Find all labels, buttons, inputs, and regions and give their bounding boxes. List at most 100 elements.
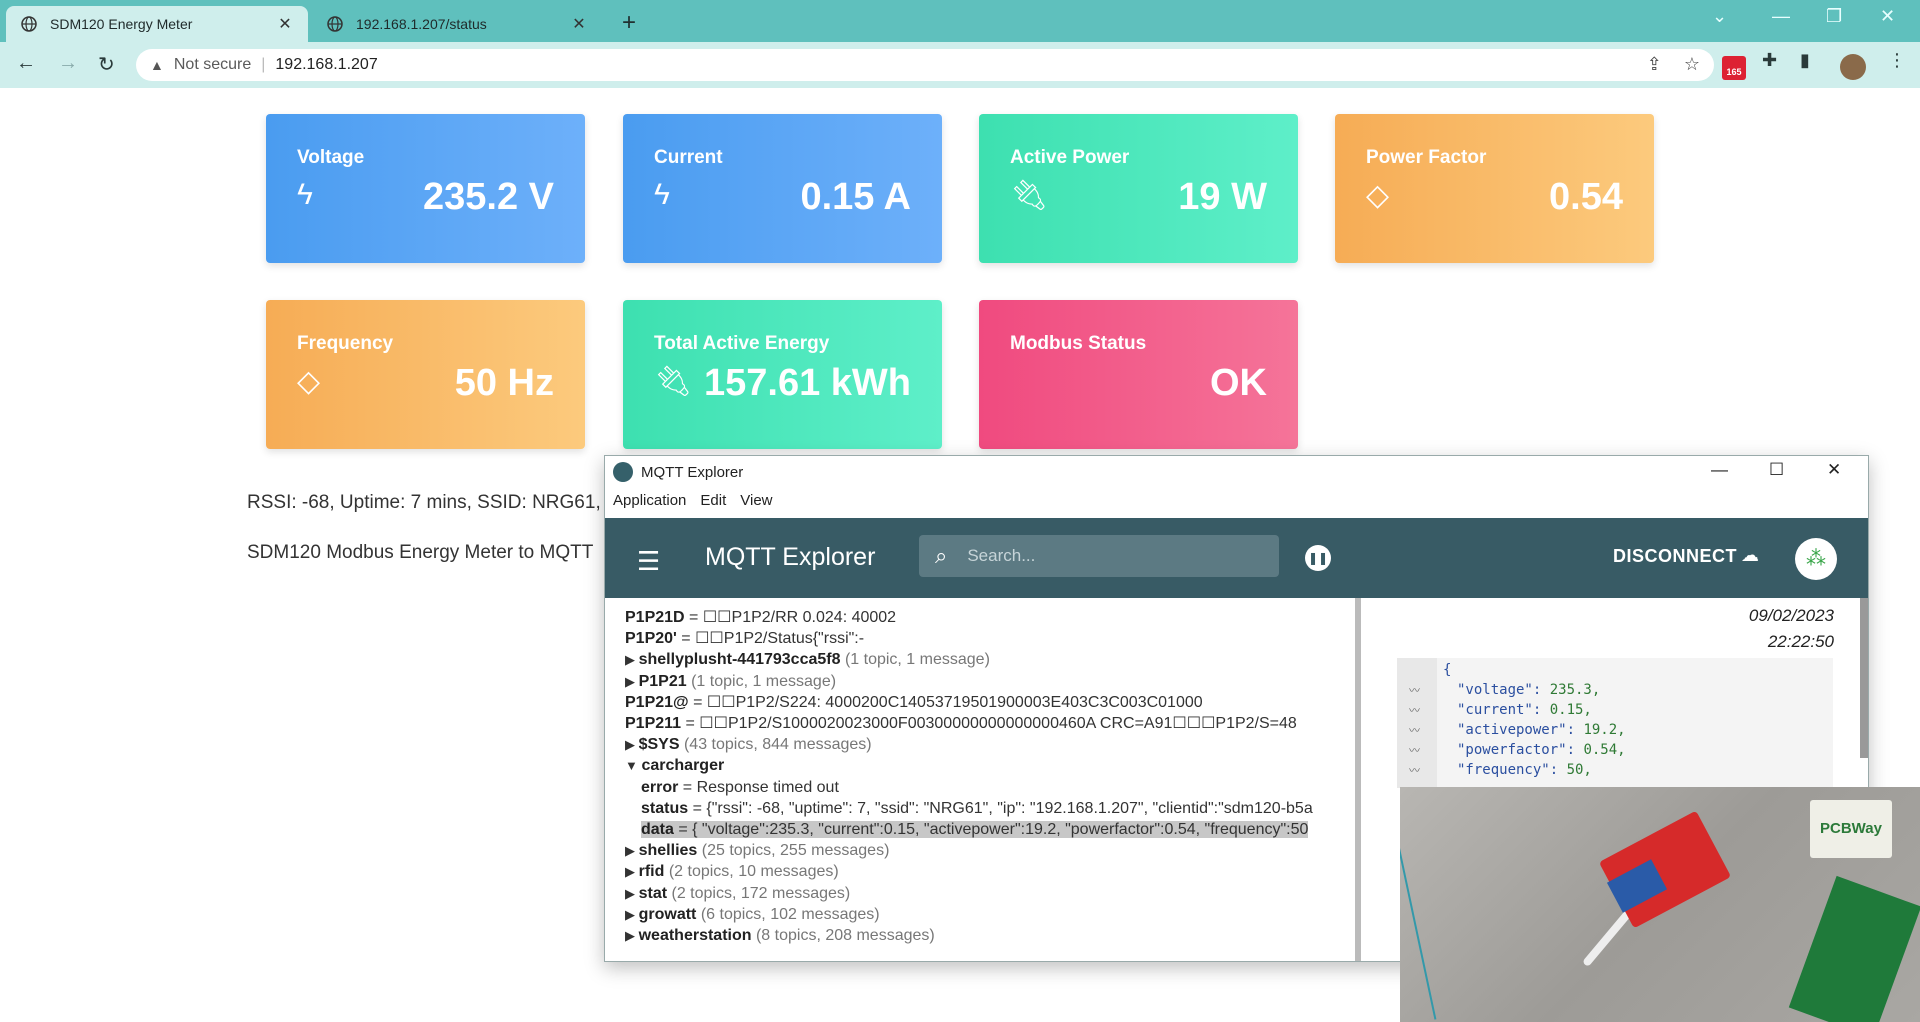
tree-row[interactable]: P1P211 = ☐☐P1P2/S1000020023000F003000000…	[625, 714, 1297, 734]
gmail-extension-icon[interactable]: 165	[1722, 56, 1746, 80]
expand-arrow-icon[interactable]: ▶	[625, 886, 639, 901]
avatar[interactable]	[1840, 54, 1866, 80]
warning-icon[interactable]: ▲	[150, 57, 164, 73]
json-payload: {〰 "voltage": 235.3, 〰 "current": 0.15, 〰 "ac…	[1397, 658, 1833, 788]
tree-row[interactable]: error = Response timed out	[641, 778, 839, 798]
sidepanel-icon[interactable]: ▮	[1800, 50, 1810, 71]
trend-icon[interactable]: 〰	[1409, 702, 1420, 718]
tree-row[interactable]: P1P20' = ☐☐P1P2/Status{"rssi":-	[625, 629, 864, 649]
topic-key: P1P21@	[625, 693, 689, 711]
topic-value: = ☐☐P1P2/S1000020023000F0030000000000000…	[681, 715, 1297, 732]
puzzle-icon[interactable]: ✚	[1762, 50, 1777, 71]
tree-row[interactable]: ▶ growatt (6 topics, 102 messages)	[625, 905, 880, 925]
tree-row[interactable]: ▶ shellies (25 topics, 255 messages)	[625, 841, 889, 861]
topic-key: rfid	[638, 863, 665, 881]
card-value: 0.54	[1549, 176, 1623, 218]
voltage-card: Voltage ϟ 235.2 V	[266, 114, 585, 263]
trend-icon[interactable]: 〰	[1409, 762, 1420, 778]
close-window-icon[interactable]: ✕	[1827, 460, 1841, 480]
menu-view[interactable]: View	[740, 492, 772, 509]
tab-status[interactable]: 192.168.1.207/status ✕	[312, 6, 602, 42]
tab-energy-meter[interactable]: SDM120 Energy Meter ✕	[6, 6, 308, 42]
app-header: ☰ MQTT Explorer ⌕ Search... ❚❚ DISCONNEC…	[605, 518, 1868, 598]
search-placeholder[interactable]: Search...	[967, 546, 1035, 566]
restore-icon[interactable]: ❐	[1826, 6, 1842, 27]
menu-edit[interactable]: Edit	[700, 492, 726, 509]
expand-arrow-icon[interactable]: ▶	[625, 928, 639, 943]
minimize-icon[interactable]: —	[1711, 460, 1728, 480]
collapse-arrow-icon[interactable]: ▼	[625, 758, 641, 773]
message-time: 22:22:50	[1767, 632, 1834, 651]
scrollbar[interactable]	[1860, 598, 1868, 758]
tree-row[interactable]: data = { "voltage":235.3, "current":0.15…	[641, 820, 1309, 840]
json-line: "voltage": 235.3,	[1457, 682, 1601, 698]
window-titlebar[interactable]: MQTT Explorer	[605, 456, 1868, 488]
back-icon[interactable]: ←	[16, 52, 36, 75]
tree-row[interactable]: ▶ rfid (2 topics, 10 messages)	[625, 862, 839, 882]
trend-icon[interactable]: 〰	[1409, 722, 1420, 738]
red-board	[1598, 810, 1732, 929]
expand-arrow-icon[interactable]: ▶	[625, 907, 639, 922]
tree-row[interactable]: ▶ $SYS (43 topics, 844 messages)	[625, 735, 872, 755]
topic-key: error	[641, 778, 679, 796]
star-icon[interactable]: ☆	[1684, 54, 1700, 75]
json-line: "current": 0.15,	[1457, 702, 1592, 718]
topic-key: P1P20'	[625, 630, 677, 648]
close-window-icon[interactable]: ✕	[1880, 6, 1895, 27]
tree-row[interactable]: ▶ weatherstation (8 topics, 208 messages…	[625, 926, 935, 946]
chevron-down-icon[interactable]: ⌄	[1712, 6, 1727, 27]
trend-icon[interactable]: 〰	[1409, 742, 1420, 758]
connection-logo-icon[interactable]: ⁂	[1795, 538, 1837, 580]
topic-key: shellies	[638, 842, 698, 860]
search-input[interactable]: ⌕ Search...	[919, 535, 1279, 577]
more-menu-icon[interactable]: ⋮	[1888, 50, 1906, 71]
card-value: 19 W	[1178, 176, 1267, 218]
tree-row[interactable]: ▶ shellyplusht-441793cca5f8 (1 topic, 1 …	[625, 650, 990, 670]
trend-icon[interactable]: 〰	[1409, 682, 1420, 698]
bolt-icon: ϟ	[297, 178, 313, 211]
card-label: Active Power	[1010, 147, 1130, 168]
topic-meta: (8 topics, 208 messages)	[751, 927, 935, 944]
url-text[interactable]: 192.168.1.207	[275, 56, 377, 74]
disconnect-button[interactable]: DISCONNECT	[1613, 546, 1737, 567]
pause-icon[interactable]: ❚❚	[1305, 545, 1331, 571]
tree-row[interactable]: P1P21@ = ☐☐P1P2/S224: 4000200C1405371950…	[625, 693, 1203, 713]
close-tab-icon[interactable]: ✕	[570, 14, 588, 34]
security-label[interactable]: Not secure	[174, 56, 251, 74]
address-bar[interactable]: ▲ Not secure | 192.168.1.207 ⇪ ☆	[136, 49, 1714, 81]
minimize-icon[interactable]: —	[1772, 6, 1790, 27]
topic-value: = {"rssi": -68, "uptime": 7, "ssid": "NR…	[688, 799, 1313, 817]
badge-count: 165	[1726, 67, 1742, 77]
card-value: 235.2 V	[423, 176, 554, 218]
close-tab-icon[interactable]: ✕	[276, 14, 294, 34]
maximize-icon[interactable]: ☐	[1769, 460, 1784, 480]
tree-row[interactable]: ▶ P1P21 (1 topic, 1 message)	[625, 672, 836, 692]
share-icon[interactable]: ⇪	[1647, 54, 1662, 75]
bolt-icon: ϟ	[654, 178, 670, 211]
expand-arrow-icon[interactable]: ▶	[625, 652, 639, 667]
card-label: Power Factor	[1366, 147, 1487, 168]
forward-icon[interactable]: →	[58, 52, 78, 75]
card-value: 50 Hz	[454, 362, 554, 404]
tree-row[interactable]: ▶ stat (2 topics, 172 messages)	[625, 884, 850, 904]
blue-wire	[1400, 789, 1437, 1020]
topic-value: = { "voltage":235.3, "current":0.15, "ac…	[673, 821, 1309, 838]
card-label: Current	[654, 147, 723, 168]
plug-icon: 🔌︎	[654, 365, 693, 398]
menu-application[interactable]: Application	[613, 492, 686, 509]
hamburger-menu-icon[interactable]: ☰	[637, 546, 660, 577]
tree-row[interactable]: status = {"rssi": -68, "uptime": 7, "ssi…	[641, 799, 1313, 819]
tree-row[interactable]: P1P21D = ☐☐P1P2/RR 0.024: 40002	[625, 608, 896, 628]
green-board	[1788, 875, 1920, 1022]
tree-row[interactable]: ▼ carcharger	[625, 756, 724, 776]
cloud-off-icon[interactable]: ☁	[1741, 545, 1759, 566]
json-line: {	[1443, 662, 1452, 678]
reload-icon[interactable]: ↻	[98, 52, 115, 77]
expand-arrow-icon[interactable]: ▶	[625, 864, 639, 879]
new-tab-icon[interactable]: +	[622, 9, 636, 37]
card-label: Total Active Energy	[654, 333, 830, 354]
expand-arrow-icon[interactable]: ▶	[625, 737, 639, 752]
expand-arrow-icon[interactable]: ▶	[625, 843, 639, 858]
expand-arrow-icon[interactable]: ▶	[625, 674, 639, 689]
topic-meta: (2 topics, 172 messages)	[667, 884, 851, 902]
